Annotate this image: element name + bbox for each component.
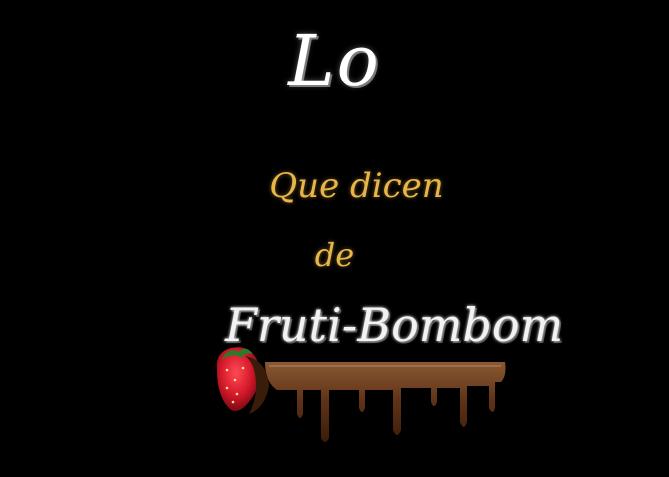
subtitle-de: de xyxy=(314,236,355,274)
fruti-bombom-logo: Fruti-Bombom xyxy=(205,290,563,450)
subtitle-que-dicen: Que dicen xyxy=(269,166,444,206)
strawberry-icon xyxy=(216,347,269,414)
title-lo: Lo xyxy=(288,20,381,102)
logo-text: Fruti-Bombom xyxy=(225,298,564,352)
